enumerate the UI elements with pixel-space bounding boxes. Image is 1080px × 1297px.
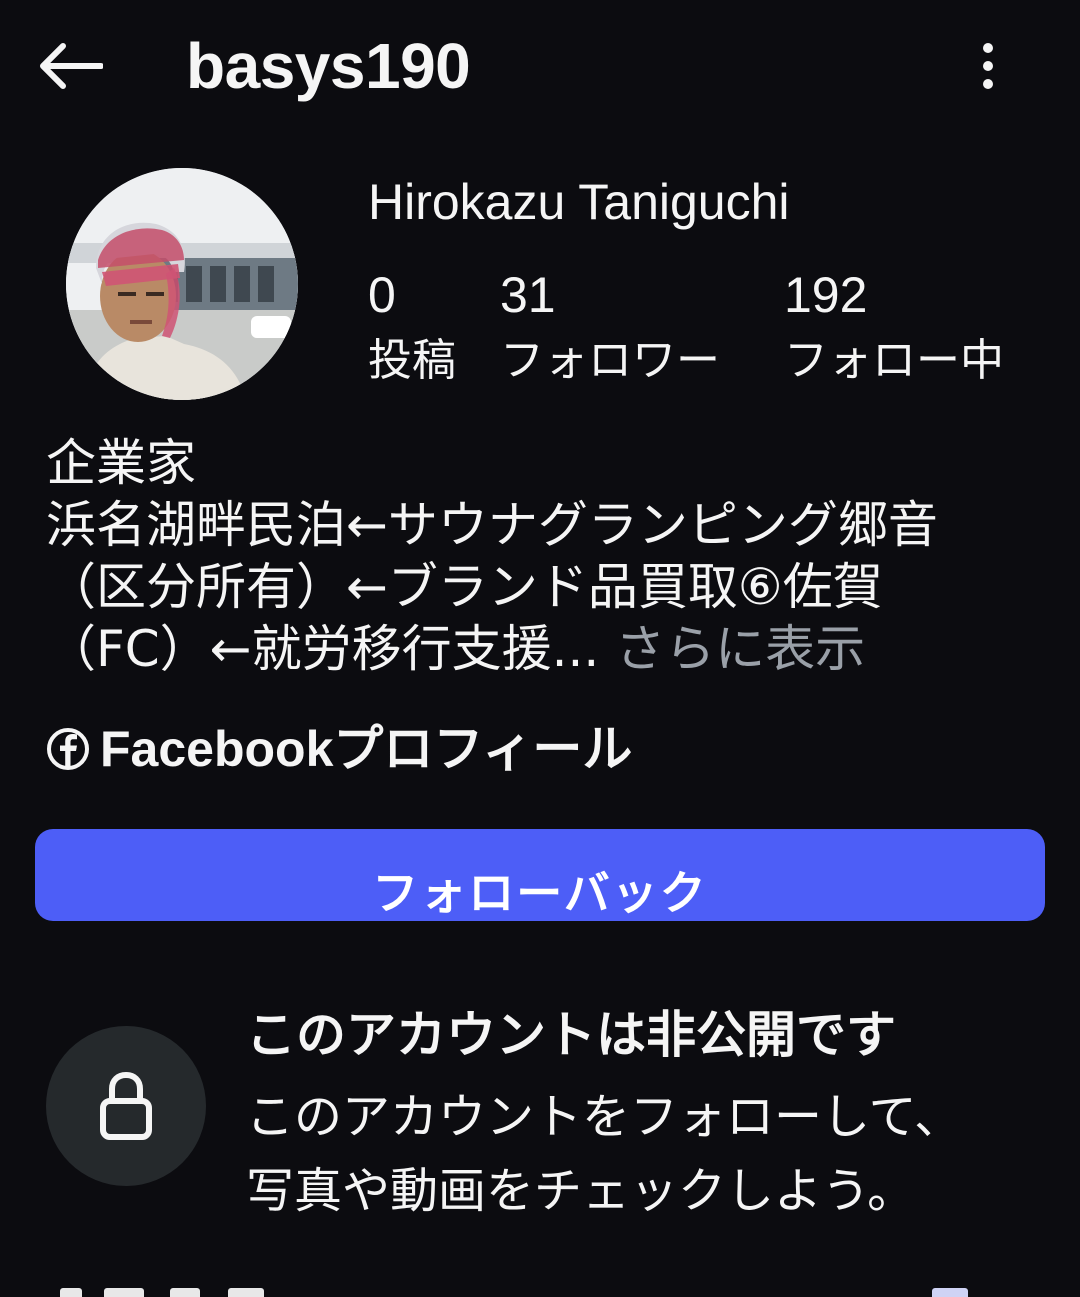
stat-posts: 0 投稿 [368,262,456,394]
private-account-description: このアカウントをフォローして、 写真や動画をチェックしよう。 [246,1080,1046,1228]
bio-line: 浜名湖畔民泊←サウナグランピング郷音 [46,496,938,554]
avatar-photo [66,168,298,400]
facebook-icon [47,728,89,770]
arrow-left-icon [40,43,103,89]
top-bar: basys190 [0,0,1080,140]
stat-following-label: フォロー中 [784,335,1004,386]
stat-following[interactable]: 192 フォロー中 [784,262,1004,394]
stat-followers-label: フォロワー [500,335,720,386]
profile-bio: 企業家 浜名湖畔民泊←サウナグランピング郷音 （区分所有）←ブランド品買取⑥佐賀… [46,432,1046,680]
private-desc-line: 写真や動画をチェックしよう。 [246,1163,916,1219]
private-lock-badge [46,1026,206,1186]
back-button[interactable] [30,30,110,102]
profile-display-name: Hirokazu Taniguchi [368,174,790,230]
bio-line-last: （FC）←就労移行支援... さらに表示 [46,618,1046,680]
private-desc-line: このアカウントをフォローして、 [246,1089,963,1145]
more-vertical-icon [983,43,993,89]
cut-off-content [0,1282,1080,1297]
private-account-title: このアカウントは非公開です [246,1006,896,1064]
lock-icon [100,1071,152,1140]
profile-avatar[interactable] [66,168,298,400]
facebook-profile-link[interactable]: Facebookプロフィール [46,716,632,782]
bio-line: （FC）←就労移行支援... [46,620,600,678]
stat-following-value: 192 [784,267,868,323]
follow-back-label: フォローバック [372,866,708,920]
bio-more-link[interactable]: さらに表示 [615,620,865,678]
stat-followers-value: 31 [500,267,556,323]
bio-line: （区分所有）←ブランド品買取⑥佐賀 [46,558,883,616]
stat-posts-label: 投稿 [368,335,456,386]
bio-line: 企業家 [46,434,196,492]
more-options-button[interactable] [956,30,1020,102]
profile-username: basys190 [186,30,471,102]
stat-followers[interactable]: 31 フォロワー [500,262,720,394]
follow-back-button[interactable]: フォローバック [35,829,1045,921]
stat-posts-value: 0 [368,267,396,323]
facebook-profile-label: Facebookプロフィール [100,721,633,777]
